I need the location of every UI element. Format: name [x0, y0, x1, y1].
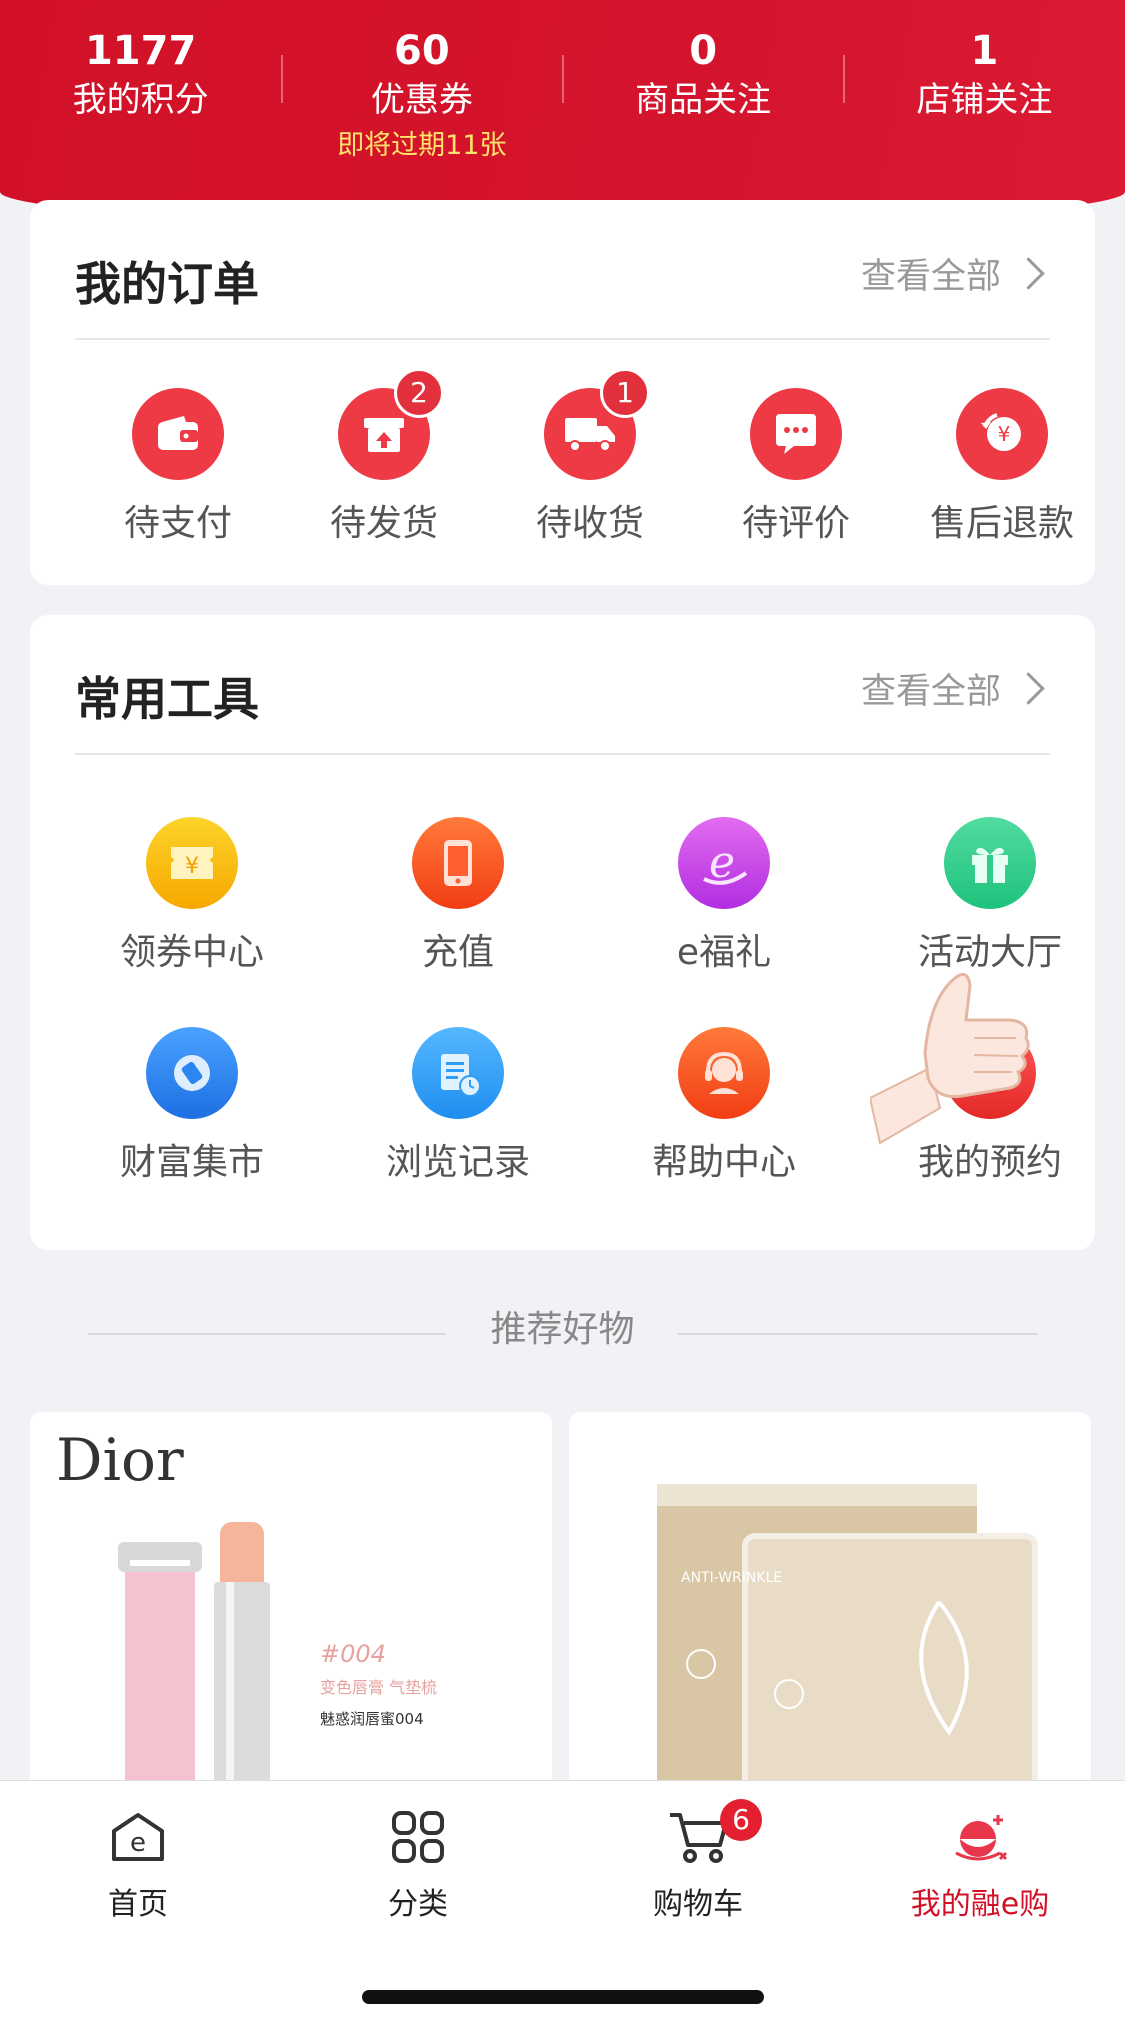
divider — [678, 1333, 1038, 1335]
header-banner: 1177 我的积分 60 优惠券 即将过期11张 0 商品关注 1 店铺关注 — [0, 0, 1125, 225]
tools-view-all-link[interactable]: 查看全部 — [860, 663, 1045, 714]
stat-label: 商品关注 — [635, 80, 772, 120]
tools-card: 常用工具 查看全部 ¥ 领券中心 充值 e e福礼 活动大厅 财富集市 浏览记录… — [30, 615, 1095, 1250]
cart-icon: 6 — [598, 1799, 798, 1869]
order-status-label: 待评价 — [741, 503, 850, 544]
box-upload-icon: 2 — [338, 368, 444, 480]
tool-activity-hall[interactable]: 活动大厅 — [870, 817, 1110, 975]
e-gift-icon: e — [678, 817, 770, 909]
product-card-mask[interactable]: ANTI-WRINKLE — [569, 1412, 1091, 1812]
profile-mascot-icon — [880, 1809, 1080, 1869]
tab-label: 我的融e购 — [910, 1887, 1050, 1922]
truck-icon: 1 — [544, 368, 650, 480]
home-e-icon: e — [38, 1809, 238, 1869]
tool-e-gift[interactable]: e e福礼 — [604, 817, 844, 975]
chat-bubble-icon — [750, 388, 842, 480]
chevron-right-icon — [1012, 257, 1045, 290]
tool-wealth-market[interactable]: 财富集市 — [72, 1027, 312, 1185]
stat-label: 我的积分 — [72, 80, 209, 120]
tool-coupon-center[interactable]: ¥ 领券中心 — [72, 817, 312, 975]
order-after-sales[interactable]: ¥ 售后退款 — [902, 340, 1102, 546]
orders-title: 我的订单 — [75, 257, 259, 311]
tool-label: e福礼 — [676, 932, 772, 973]
order-count-badge: 1 — [600, 368, 650, 418]
tool-label: 帮助中心 — [651, 1142, 796, 1183]
tab-profile[interactable]: 我的融e购 — [880, 1809, 1080, 1923]
tools-card-header: 常用工具 查看全部 — [75, 615, 1050, 755]
stat-points[interactable]: 1177 我的积分 — [0, 0, 281, 190]
tool-label: 浏览记录 — [385, 1142, 530, 1183]
divider — [843, 55, 845, 103]
stat-label: 店铺关注 — [916, 80, 1053, 120]
tool-label: 领券中心 — [119, 932, 264, 973]
wealth-icon — [146, 1027, 238, 1119]
thumbs-up-hand-icon — [868, 958, 1070, 1152]
svg-text:e: e — [130, 1828, 146, 1858]
pack-text: ANTI-WRINKLE — [681, 1570, 783, 1586]
tab-label: 购物车 — [653, 1887, 743, 1922]
grid-icon — [318, 1809, 518, 1869]
order-pending-shipment[interactable]: 2 待发货 — [284, 340, 484, 546]
tab-category[interactable]: 分类 — [318, 1809, 518, 1923]
tools-title: 常用工具 — [75, 672, 259, 726]
headset-icon — [678, 1027, 770, 1119]
chevron-right-icon — [1012, 672, 1045, 705]
cart-count-badge: 6 — [720, 1799, 762, 1841]
product-card-dior[interactable]: Dior #004 变色唇膏 气垫梳 魅惑润唇蜜004 — [30, 1412, 552, 1812]
tab-cart[interactable]: 6 购物车 — [598, 1799, 798, 1923]
view-all-label: 查看全部 — [860, 672, 1001, 712]
stat-value: 1 — [970, 28, 999, 74]
gift-box-icon — [944, 817, 1036, 909]
coupon-icon: ¥ — [146, 817, 238, 909]
svg-text:¥: ¥ — [998, 422, 1011, 446]
order-status-label: 待支付 — [123, 503, 232, 544]
stat-value: 1177 — [84, 28, 197, 74]
phone-icon — [412, 817, 504, 909]
tab-home[interactable]: e 首页 — [38, 1809, 238, 1923]
stat-product-follows[interactable]: 0 商品关注 — [563, 0, 844, 190]
order-status-label: 售后退款 — [929, 503, 1074, 544]
history-icon — [412, 1027, 504, 1119]
orders-view-all-link[interactable]: 查看全部 — [860, 248, 1045, 299]
tab-label: 首页 — [108, 1887, 168, 1922]
stat-coupons[interactable]: 60 优惠券 即将过期11张 — [281, 0, 562, 190]
order-status-label: 待收货 — [535, 503, 644, 544]
order-status-row: 待支付 2 待发货 1 待收货 待评价 ¥ 售后退款 — [30, 340, 1095, 580]
tool-help-center[interactable]: 帮助中心 — [604, 1027, 844, 1185]
product-subtitle: 变色唇膏 气垫梳 — [320, 1678, 438, 1697]
order-pending-review[interactable]: 待评价 — [696, 340, 896, 546]
tool-label: 充值 — [421, 932, 494, 973]
view-all-label: 查看全部 — [860, 257, 1001, 297]
coupon-expiry-note: 即将过期11张 — [337, 130, 507, 161]
tool-label: 财富集市 — [119, 1142, 264, 1183]
orders-card-header: 我的订单 查看全部 — [75, 200, 1050, 340]
order-status-label: 待发货 — [329, 503, 438, 544]
order-pending-receipt[interactable]: 1 待收货 — [490, 340, 690, 546]
divider — [562, 55, 564, 103]
stat-label: 优惠券 — [370, 80, 473, 120]
product-name: 魅惑润唇蜜004 — [320, 1710, 424, 1728]
order-count-badge: 2 — [394, 368, 444, 418]
tool-browse-history[interactable]: 浏览记录 — [338, 1027, 578, 1185]
stat-value: 60 — [394, 28, 450, 74]
wallet-icon — [132, 388, 224, 480]
orders-card: 我的订单 查看全部 待支付 2 待发货 1 待收货 待评价 ¥ 售后退款 — [30, 200, 1095, 585]
divider — [281, 55, 283, 103]
home-indicator — [362, 1990, 764, 2004]
shade-code: #004 — [320, 1640, 386, 1668]
order-pending-payment[interactable]: 待支付 — [78, 340, 278, 546]
tool-recharge[interactable]: 充值 — [338, 817, 578, 975]
svg-text:¥: ¥ — [185, 854, 199, 879]
stat-value: 0 — [689, 28, 718, 74]
stat-store-follows[interactable]: 1 店铺关注 — [844, 0, 1125, 190]
refund-yen-icon: ¥ — [956, 388, 1048, 480]
recommend-title: 推荐好物 — [490, 1309, 635, 1350]
tab-label: 分类 — [388, 1887, 448, 1922]
